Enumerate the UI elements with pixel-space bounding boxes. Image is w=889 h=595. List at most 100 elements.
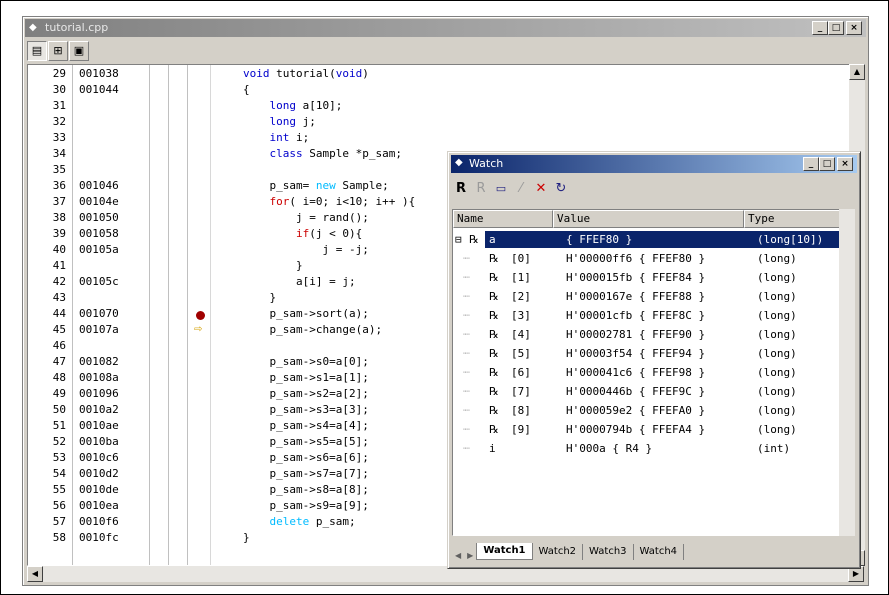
source-code-text[interactable]: int i; — [243, 131, 310, 144]
tree-line: ┈ — [463, 347, 470, 360]
watch-row[interactable]: ┈ ℞ [0] H'00000ff6 { FFEF80 } (long) — [453, 249, 851, 268]
source-view-button[interactable]: ▤ — [27, 41, 47, 61]
watch-type: (long) — [757, 271, 797, 284]
source-code-text[interactable]: p_sam->sort(a); — [243, 307, 368, 320]
source-code-text[interactable]: p_sam->change(a); — [243, 323, 382, 336]
register-icon: ℞ — [489, 271, 499, 284]
source-code-text[interactable]: for( i=0; i<10; i++ ){ — [243, 195, 416, 208]
watch-type: (long) — [757, 385, 797, 398]
watch-row[interactable]: ⊟ ℞ a { FFEF80 } (long[10]) — [453, 230, 851, 249]
editor-title-bar[interactable]: ◆ tutorial.cpp _ □ × — [25, 19, 866, 37]
close-button[interactable]: × — [846, 21, 862, 35]
tab-watch2[interactable]: Watch2 — [533, 544, 584, 560]
watch-minimize-button[interactable]: _ — [803, 157, 819, 171]
line-number: 41 — [52, 259, 66, 272]
source-code-text[interactable]: p_sam->s0=a[0]; — [243, 355, 368, 368]
watch-row[interactable]: ┈ ℞ [9] H'0000794b { FFEFA4 } (long) — [453, 420, 851, 439]
scroll-up-icon[interactable]: ▲ — [849, 64, 865, 80]
source-code-text[interactable]: if(j < 0){ — [243, 227, 362, 240]
source-line: 45 00107a — [28, 323, 210, 339]
line-address: 0010f6 — [79, 515, 119, 528]
source-code-text[interactable]: p_sam->s1=a[1]; — [243, 371, 368, 384]
minimize-button[interactable]: _ — [812, 21, 828, 35]
line-number: 29 — [52, 67, 66, 80]
source-code-text[interactable]: p_sam->s3=a[3]; — [243, 403, 368, 416]
breakpoint-icon[interactable] — [196, 311, 205, 320]
watch-window: ◆ Watch _ □ × R R ▭ ⁄ ✕ ↻ Name Value Typ… — [447, 151, 861, 569]
name-column-header[interactable]: Name — [453, 210, 553, 228]
line-address: 0010ba — [79, 435, 119, 448]
line-address: 00108a — [79, 371, 119, 384]
watch-maximize-button[interactable]: □ — [819, 157, 835, 171]
watch-row[interactable]: ┈ ℞ [6] H'000041c6 { FFEF98 } (long) — [453, 363, 851, 382]
source-line: 47 001082 — [28, 355, 210, 371]
watch-row[interactable]: ┈ ℞ [4] H'00002781 { FFEF90 } (long) — [453, 325, 851, 344]
value-column-header[interactable]: Value — [553, 210, 744, 228]
type-column-header[interactable]: Type — [744, 210, 851, 228]
source-code-text[interactable]: p_sam->s5=a[5]; — [243, 435, 368, 448]
source-code-text[interactable]: long j; — [243, 115, 316, 128]
register-icon: ℞ — [489, 366, 499, 379]
source-line: 53 0010c6 — [28, 451, 210, 467]
editor-toolbar: ▤ ⊞ ▣ — [27, 41, 89, 61]
source-code-text[interactable]: } — [243, 531, 250, 544]
line-address: 001058 — [79, 227, 119, 240]
radix-disabled-icon[interactable]: R — [474, 181, 488, 196]
radix-icon[interactable]: R — [454, 181, 468, 196]
source-line: 42 00105c — [28, 275, 210, 291]
line-number: 33 — [52, 131, 66, 144]
source-code-text[interactable]: j = rand(); — [243, 211, 369, 224]
edit-icon[interactable]: ⁄ — [514, 181, 528, 196]
source-code-text[interactable]: } — [243, 291, 276, 304]
watch-value: H'0000446b { FFEF9C } — [566, 385, 706, 398]
source-code-text[interactable]: long a[10]; — [243, 99, 343, 112]
watch-row[interactable]: ┈ ℞ [7] H'0000446b { FFEF9C } (long) — [453, 382, 851, 401]
watch-close-button[interactable]: × — [837, 157, 853, 171]
line-address: 0010ae — [79, 419, 119, 432]
tree-line: ┈ — [463, 271, 470, 284]
watch-value: H'000059e2 { FFEFA0 } — [566, 404, 706, 417]
watch-row[interactable]: ┈ ℞ [3] H'00001cfb { FFEF8C } (long) — [453, 306, 851, 325]
source-code-text[interactable]: { — [243, 83, 250, 96]
source-code-text[interactable]: j = -j; — [243, 243, 368, 256]
source-code-text[interactable]: p_sam->s2=a[2]; — [243, 387, 368, 400]
source-code-text[interactable]: a[i] = j; — [243, 275, 356, 288]
source-code-text[interactable]: delete p_sam; — [243, 515, 356, 528]
add-watch-icon[interactable]: ▭ — [494, 182, 508, 195]
source-code-text[interactable]: } — [243, 259, 303, 272]
tab-scroll-right-icon[interactable]: ▶ — [464, 551, 476, 560]
line-number: 48 — [52, 371, 66, 384]
tab-watch1[interactable]: Watch1 — [476, 543, 533, 560]
watch-row[interactable]: ┈ ℞ [8] H'000059e2 { FFEFA0 } (long) — [453, 401, 851, 420]
source-code-text[interactable]: void tutorial(void) — [243, 67, 369, 80]
watch-row[interactable]: ┈ ℞ [2] H'0000167e { FFEF88 } (long) — [453, 287, 851, 306]
refresh-icon[interactable]: ↻ — [554, 181, 568, 196]
disassembly-view-button[interactable]: ▣ — [69, 41, 89, 61]
source-code-text[interactable]: p_sam->s6=a[6]; — [243, 451, 368, 464]
source-code-text[interactable]: p_sam->s7=a[7]; — [243, 467, 368, 480]
scroll-left-icon[interactable]: ◀ — [27, 566, 43, 582]
tab-watch3[interactable]: Watch3 — [583, 544, 634, 560]
watch-tab-bar: ◀ ▶ Watch1 Watch2 Watch3 Watch4 — [452, 540, 852, 560]
source-code-text[interactable]: p_sam->s9=a[9]; — [243, 499, 368, 512]
tab-scroll-left-icon[interactable]: ◀ — [452, 551, 464, 560]
watch-vertical-scrollbar[interactable] — [839, 209, 855, 536]
watch-row[interactable]: ┈ ℞ [1] H'000015fb { FFEF84 } (long) — [453, 268, 851, 287]
watch-row[interactable]: ┈ ℞ [5] H'00003f54 { FFEF94 } (long) — [453, 344, 851, 363]
source-code-text[interactable]: p_sam= new Sample; — [243, 179, 388, 192]
maximize-button[interactable]: □ — [828, 21, 844, 35]
source-code-text[interactable]: p_sam->s4=a[4]; — [243, 419, 368, 432]
tree-line: ┈ — [463, 328, 470, 341]
mixed-view-button[interactable]: ⊞ — [48, 41, 68, 61]
tab-watch4[interactable]: Watch4 — [634, 544, 685, 560]
watch-row[interactable]: ┈ i H'000a { R4 } (int) — [453, 439, 851, 458]
watch-title-bar[interactable]: ◆ Watch _ □ × — [451, 155, 857, 173]
watch-name: [9] — [511, 423, 531, 436]
collapse-icon[interactable]: ⊟ — [455, 230, 462, 249]
watch-name: [2] — [511, 290, 531, 303]
source-code-text[interactable]: class Sample *p_sam; — [243, 147, 402, 160]
delete-icon[interactable]: ✕ — [534, 181, 548, 196]
source-code-text[interactable]: p_sam->s8=a[8]; — [243, 483, 368, 496]
watch-grid[interactable]: Name Value Type ⊟ ℞ a { FFEF80 } (long[10]) ┈… — [452, 209, 852, 536]
line-number: 58 — [52, 531, 66, 544]
